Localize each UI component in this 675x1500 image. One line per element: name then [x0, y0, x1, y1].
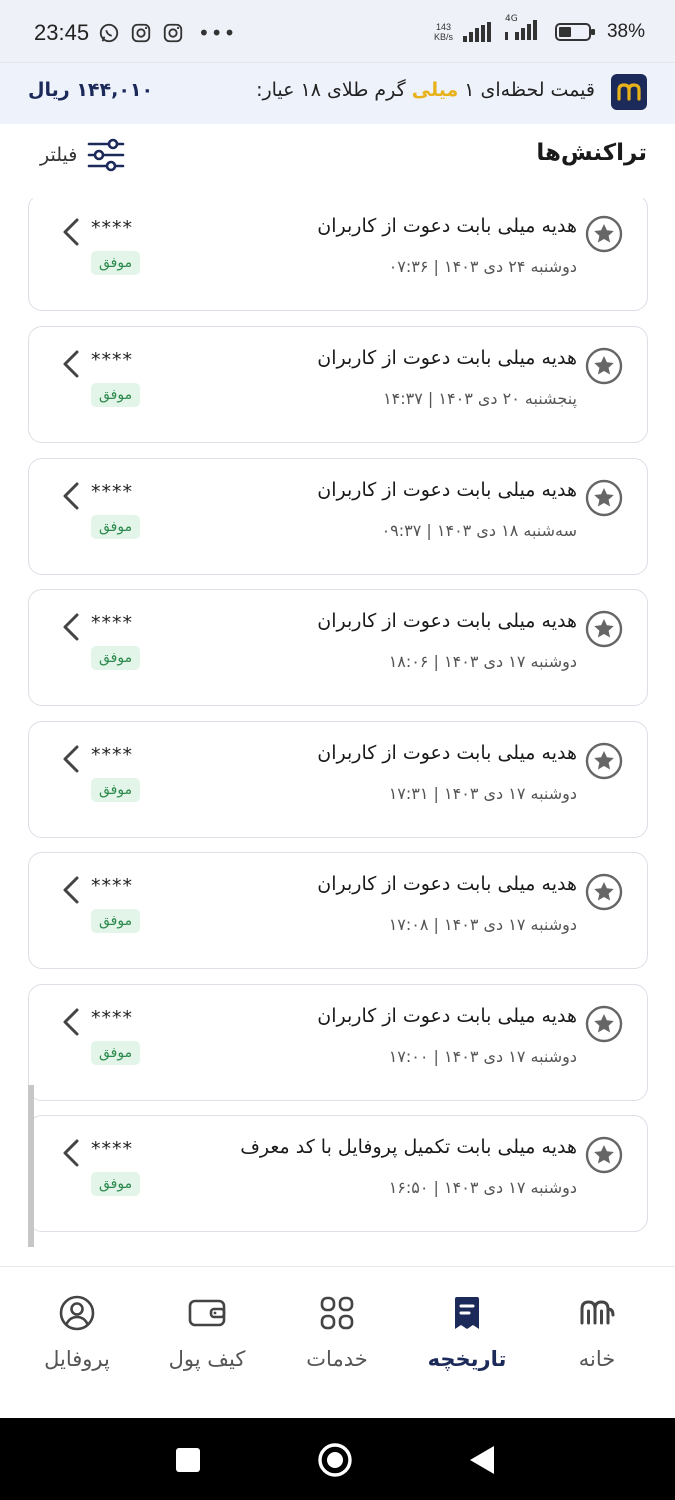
- transaction-amount: ****: [91, 612, 133, 634]
- transaction-card[interactable]: هدیه میلی بابت دعوت از کاربران دوشنبه ۱۷…: [28, 589, 648, 706]
- chevron-left-icon: [63, 482, 79, 510]
- transaction-title: هدیه میلی بابت تکمیل پروفایل با کد معرف: [240, 1136, 577, 1158]
- wallet-icon: [188, 1299, 226, 1327]
- status-badge: موفق: [91, 909, 141, 933]
- transaction-date: پنجشنبه ۲۰ دی ۱۴۰۳ | ۱۴:۳۷: [383, 389, 577, 408]
- gold-price-banner: قیمت لحظه‌ای ۱ میلی گرم طلای ۱۸ عیار: ۱۴…: [0, 62, 675, 124]
- transaction-date: سه‌شنبه ۱۸ دی ۱۴۰۳ | ۰۹:۳۷: [381, 521, 577, 540]
- filter-label: فیلتر: [40, 144, 78, 166]
- bottom-navigation: خانه تاریخچه خدمات کیف پول پروفایل: [0, 1266, 675, 1418]
- filter-button[interactable]: فیلتر: [40, 138, 125, 172]
- back-triangle-icon[interactable]: [462, 1440, 502, 1480]
- transaction-amount: ****: [91, 744, 133, 766]
- transaction-title: هدیه میلی بابت دعوت از کاربران: [317, 479, 577, 501]
- transaction-amount: ****: [91, 1007, 133, 1029]
- nav-history[interactable]: تاریخچه: [407, 1293, 527, 1371]
- star-badge-icon: [585, 610, 623, 648]
- scrollbar[interactable]: [28, 1085, 34, 1247]
- transaction-date: دوشنبه ۱۷ دی ۱۴۰۳ | ۱۷:۰۰: [388, 1047, 577, 1066]
- star-badge-icon: [585, 1136, 623, 1174]
- status-badge: موفق: [91, 515, 141, 539]
- transaction-card[interactable]: هدیه میلی بابت تکمیل پروفایل با کد معرف …: [28, 1115, 648, 1232]
- home-circle-icon[interactable]: [315, 1440, 355, 1480]
- star-badge-icon: [585, 479, 623, 517]
- more-notifications-icon: •••: [198, 21, 237, 45]
- chevron-left-icon: [63, 350, 79, 378]
- transaction-amount: ****: [91, 481, 133, 503]
- nav-wallet[interactable]: کیف پول: [147, 1293, 267, 1371]
- mobile-data: 4G: [504, 14, 545, 44]
- instagram-icon: [163, 23, 183, 43]
- nav-home[interactable]: خانه: [537, 1293, 657, 1371]
- chevron-left-icon: [63, 218, 79, 246]
- transaction-date: دوشنبه ۱۷ دی ۱۴۰۳ | ۱۷:۰۸: [388, 915, 577, 934]
- instagram-icon: [131, 23, 151, 43]
- chevron-left-icon: [63, 745, 79, 773]
- chevron-left-icon: [63, 1008, 79, 1036]
- filter-icon: [88, 138, 125, 172]
- transactions-list[interactable]: هدیه میلی بابت دعوت از کاربران دوشنبه ۲۴…: [0, 198, 675, 1248]
- nav-services[interactable]: خدمات: [277, 1293, 397, 1371]
- status-badge: موفق: [91, 251, 141, 275]
- system-navigation-bar: [0, 1418, 675, 1500]
- status-badge: موفق: [91, 1172, 141, 1196]
- status-badge: موفق: [91, 383, 141, 407]
- status-badge: موفق: [91, 1041, 141, 1065]
- transaction-date: دوشنبه ۱۷ دی ۱۴۰۳ | ۱۷:۳۱: [388, 784, 577, 803]
- transaction-card[interactable]: هدیه میلی بابت دعوت از کاربران پنجشنبه ۲…: [28, 326, 648, 443]
- home-logo-icon: [580, 1300, 615, 1325]
- transaction-date: دوشنبه ۲۴ دی ۱۴۰۳ | ۰۷:۳۶: [388, 257, 577, 276]
- grid-icon: [320, 1296, 354, 1330]
- star-badge-icon: [585, 742, 623, 780]
- user-icon: [59, 1295, 95, 1331]
- transaction-card[interactable]: هدیه میلی بابت دعوت از کاربران دوشنبه ۱۷…: [28, 984, 648, 1101]
- transaction-amount: ****: [91, 217, 133, 239]
- star-badge-icon: [585, 873, 623, 911]
- transaction-title: هدیه میلی بابت دعوت از کاربران: [317, 1005, 577, 1027]
- status-time: 23:45: [34, 20, 90, 45]
- nav-wallet-label: کیف پول: [168, 1347, 246, 1371]
- receipt-icon: [455, 1297, 479, 1329]
- transaction-date: دوشنبه ۱۷ دی ۱۴۰۳ | ۱۶:۵۰: [388, 1178, 577, 1197]
- status-badge: موفق: [91, 646, 141, 670]
- nav-profile[interactable]: پروفایل: [17, 1293, 137, 1371]
- status-bar: 23:45 ••• 143 KB/s 4G 38%: [0, 0, 675, 62]
- nav-history-label: تاریخچه: [427, 1347, 507, 1371]
- signal-icon: [462, 22, 491, 42]
- transaction-card[interactable]: هدیه میلی بابت دعوت از کاربران دوشنبه ۱۷…: [28, 721, 648, 838]
- transaction-date: دوشنبه ۱۷ دی ۱۴۰۳ | ۱۸:۰۶: [388, 652, 577, 671]
- battery-icon: [554, 23, 595, 41]
- transaction-title: هدیه میلی بابت دعوت از کاربران: [317, 347, 577, 369]
- star-badge-icon: [585, 1005, 623, 1043]
- chevron-left-icon: [63, 1139, 79, 1167]
- gold-price-label: قیمت لحظه‌ای ۱ میلی گرم طلای ۱۸ عیار:: [256, 79, 595, 101]
- transaction-card[interactable]: هدیه میلی بابت دعوت از کاربران دوشنبه ۱۷…: [28, 852, 648, 969]
- network-speed: 143 KB/s: [433, 22, 453, 42]
- chevron-left-icon: [63, 876, 79, 904]
- recents-square-icon[interactable]: [168, 1440, 208, 1480]
- notification-icons: •••: [98, 22, 236, 44]
- gold-price-value: ۱۴۴,۰۱۰ ریال: [28, 79, 154, 101]
- nav-home-label: خانه: [578, 1347, 616, 1371]
- transaction-amount: ****: [91, 1138, 133, 1160]
- star-badge-icon: [585, 347, 623, 385]
- nav-profile-label: پروفایل: [44, 1347, 110, 1371]
- transaction-card[interactable]: هدیه میلی بابت دعوت از کاربران دوشنبه ۲۴…: [28, 198, 648, 311]
- transaction-title: هدیه میلی بابت دعوت از کاربران: [317, 610, 577, 632]
- transaction-amount: ****: [91, 349, 133, 371]
- transaction-title: هدیه میلی بابت دعوت از کاربران: [317, 215, 577, 237]
- page-title: تراکنش‌ها: [536, 140, 647, 166]
- transaction-card[interactable]: هدیه میلی بابت دعوت از کاربران سه‌شنبه ۱…: [28, 458, 648, 575]
- transaction-title: هدیه میلی بابت دعوت از کاربران: [317, 742, 577, 764]
- transaction-title: هدیه میلی بابت دعوت از کاربران: [317, 873, 577, 895]
- battery-percent: 38%: [606, 21, 645, 42]
- nav-services-label: خدمات: [306, 1347, 368, 1371]
- whatsapp-icon: [99, 23, 119, 43]
- app-logo-icon: [611, 74, 647, 110]
- transaction-amount: ****: [91, 875, 133, 897]
- system-indicators: 143 KB/s 4G 38%: [433, 14, 645, 44]
- star-badge-icon: [585, 215, 623, 253]
- status-badge: موفق: [91, 778, 141, 802]
- chevron-left-icon: [63, 613, 79, 641]
